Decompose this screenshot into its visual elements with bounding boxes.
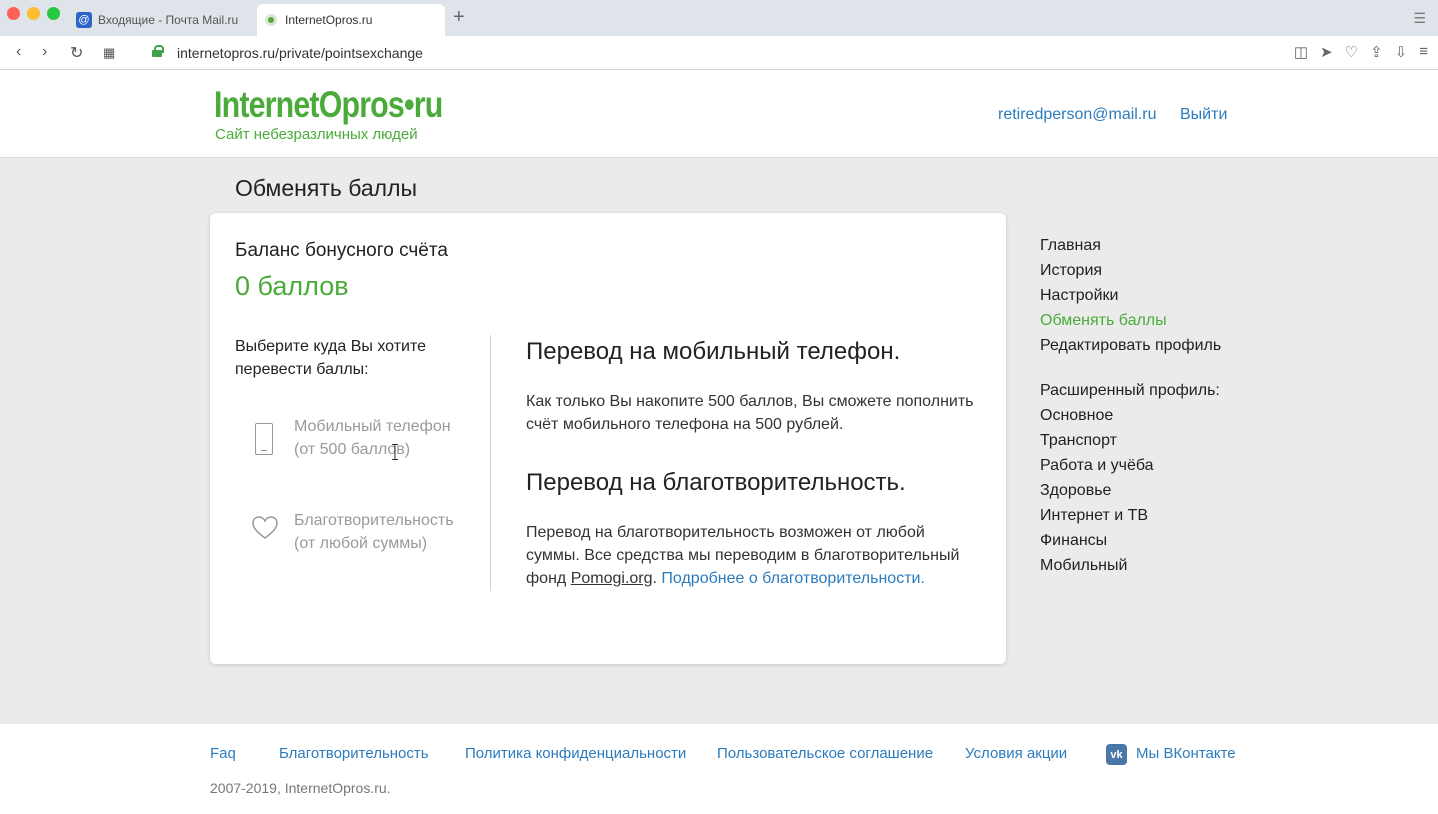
text-cursor-icon [392,444,398,460]
copyright-text: 2007-2019, InternetOpros.ru. [210,780,391,796]
sidebar-extended-heading: Расширенный профиль: [1040,382,1220,399]
sidebar-item-settings[interactable]: Настройки [1040,283,1221,308]
mobile-transfer-heading: Перевод на мобильный телефон. [526,338,901,365]
tab-mail-label: Входящие - Почта Mail.ru [98,13,239,27]
sidebar-item-mobile[interactable]: Мобильный [1040,553,1221,578]
footer-link-faq[interactable]: Faq [210,745,236,762]
charity-more-link[interactable]: Подробнее о благотворительности. [661,570,925,587]
speed-dial-icon[interactable]: ▦ [103,45,115,61]
profile-sidebar: Главная История Настройки Обменять баллы… [1040,233,1221,578]
internetopros-favicon-icon [265,14,277,26]
footer-link-privacy[interactable]: Политика конфиденциальности [465,745,686,762]
sidebar-item-work-study[interactable]: Работа и учёба [1040,453,1221,478]
maximize-window-button[interactable] [47,7,60,20]
balance-value: 0 баллов [235,271,349,301]
option-charity-label: Благотворительность (от любой суммы) [294,512,454,552]
sidebar-item-health[interactable]: Здоровье [1040,478,1221,503]
sidebar-item-basic[interactable]: Основное [1040,403,1221,428]
browser-address-bar: ‹ › ↻ ▦ internetopros.ru/private/pointse… [0,36,1438,70]
sidebar-item-internet-tv[interactable]: Интернет и ТВ [1040,503,1221,528]
footer-link-promo-terms[interactable]: Условия акции [965,745,1067,762]
user-email-link[interactable]: retiredperson@mail.ru [998,106,1157,124]
footer-link-vk[interactable]: Мы ВКонтакте [1136,745,1236,762]
mobile-transfer-text: Как только Вы накопите 500 баллов, Вы см… [526,393,974,433]
balance-label: Баланс бонусного счёта [235,240,448,261]
tab-internetopros-label: InternetOpros.ru [285,13,373,27]
send-icon[interactable]: ➤ [1320,43,1333,61]
new-tab-button[interactable]: + [453,6,465,29]
url-field[interactable]: internetopros.ru/private/pointsexchange [177,45,423,61]
page-title: Обменять баллы [235,175,418,201]
footer-link-charity[interactable]: Благотворительность [279,745,429,762]
footer-link-user-agreement[interactable]: Пользовательское соглашение [717,745,933,762]
forward-icon[interactable]: › [42,43,47,61]
minimize-window-button[interactable] [27,7,40,20]
tab-list-icon[interactable]: ☰ [1413,10,1426,27]
sidebar-item-exchange-points[interactable]: Обменять баллы [1040,308,1221,333]
pomogi-link[interactable]: Pomogi.org [571,570,653,587]
camera-icon[interactable]: ◫ [1294,43,1308,61]
sidebar-item-home[interactable]: Главная [1040,233,1221,258]
reload-icon[interactable]: ↻ [70,43,83,63]
points-exchange-card: Баланс бонусного счёта 0 баллов Выберите… [210,213,1006,664]
site-tagline: Сайт небезразличных людей [215,126,418,143]
download-icon[interactable]: ⇩ [1395,43,1408,61]
site-header: InternetOpros•ru Сайт небезразличных люд… [0,70,1438,158]
lock-icon [152,45,164,57]
sidebar-item-history[interactable]: История [1040,258,1221,283]
vertical-divider [490,335,491,591]
charity-transfer-heading: Перевод на благотворительность. [526,469,906,496]
sidebar-item-finance[interactable]: Финансы [1040,528,1221,553]
charity-transfer-paragraph: Перевод на благотворительность возможен … [526,521,976,590]
sidebar-item-transport[interactable]: Транспорт [1040,428,1221,453]
heart-bookmark-icon[interactable]: ♡ [1345,43,1358,61]
tab-mail[interactable]: @ Входящие - Почта Mail.ru [68,4,253,36]
browser-toolbar-icons: ◫ ➤ ♡ ⇪ ⇩ ≡ [1294,43,1428,61]
site-logo[interactable]: InternetOpros•ru [214,84,443,126]
share-icon[interactable]: ⇪ [1370,43,1383,61]
choose-destination-text: Выберите куда Вы хотите перевести баллы: [235,338,427,378]
close-window-button[interactable] [7,7,20,20]
browser-tab-bar: @ Входящие - Почта Mail.ru InternetOpros… [0,0,1438,36]
heart-icon [252,516,278,539]
mail-ru-favicon-icon: @ [76,12,92,28]
site-footer: Faq Благотворительность Политика конфиде… [0,724,1438,814]
settings-sliders-icon[interactable]: ≡ [1419,43,1428,61]
logout-link[interactable]: Выйти [1180,106,1227,124]
option-mobile-label: Мобильный телефон (от 500 баллов) [294,418,451,458]
sidebar-item-edit-profile[interactable]: Редактировать профиль [1040,333,1221,358]
back-icon[interactable]: ‹ [16,43,21,61]
phone-icon [255,423,273,455]
vk-icon[interactable]: vk [1106,744,1127,765]
tab-internetopros[interactable]: InternetOpros.ru [257,4,445,36]
